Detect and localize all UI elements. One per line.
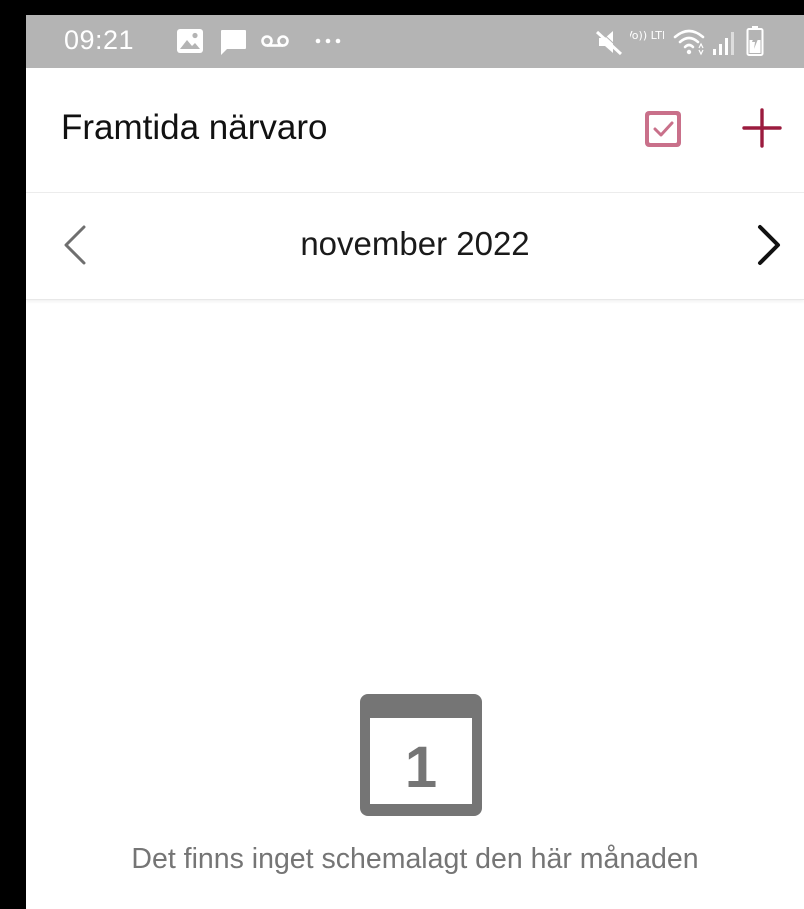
checkbox-icon[interactable]	[642, 108, 684, 150]
voicemail-icon	[261, 35, 289, 47]
device-frame: 09:21 o)) LT Framtida närvaro november 2…	[0, 0, 804, 909]
app-screen: 09:21 o)) LT Framtida närvaro november 2…	[26, 15, 804, 909]
chevron-right-icon[interactable]	[744, 221, 792, 269]
empty-state: 1 Det finns inget schemalagt den här mån…	[26, 690, 804, 900]
calendar-icon: 1	[360, 694, 482, 816]
add-icon[interactable]	[738, 104, 786, 152]
month-navigation: november 2022	[26, 193, 804, 300]
signal-icon	[713, 32, 734, 55]
month-label: november 2022	[300, 225, 530, 262]
message-notification-icon	[221, 30, 246, 55]
wifi-icon	[673, 29, 705, 56]
status-time: 09:21	[64, 25, 135, 55]
calendar-day-number: 1	[405, 735, 437, 800]
mute-icon	[595, 29, 624, 56]
empty-message: Det finns inget schemalagt den här månad…	[131, 843, 699, 875]
image-notification-icon	[177, 29, 203, 53]
network-label: Vo)) LTE	[630, 29, 664, 42]
battery-icon	[746, 26, 764, 56]
more-notifications-icon	[315, 38, 341, 44]
status-bar: 09:21 o)) LT	[26, 15, 804, 68]
page-title: Framtida närvaro	[61, 108, 328, 147]
app-header: Framtida närvaro	[26, 68, 804, 193]
volte-icon: Vo)) LTE	[630, 29, 664, 42]
